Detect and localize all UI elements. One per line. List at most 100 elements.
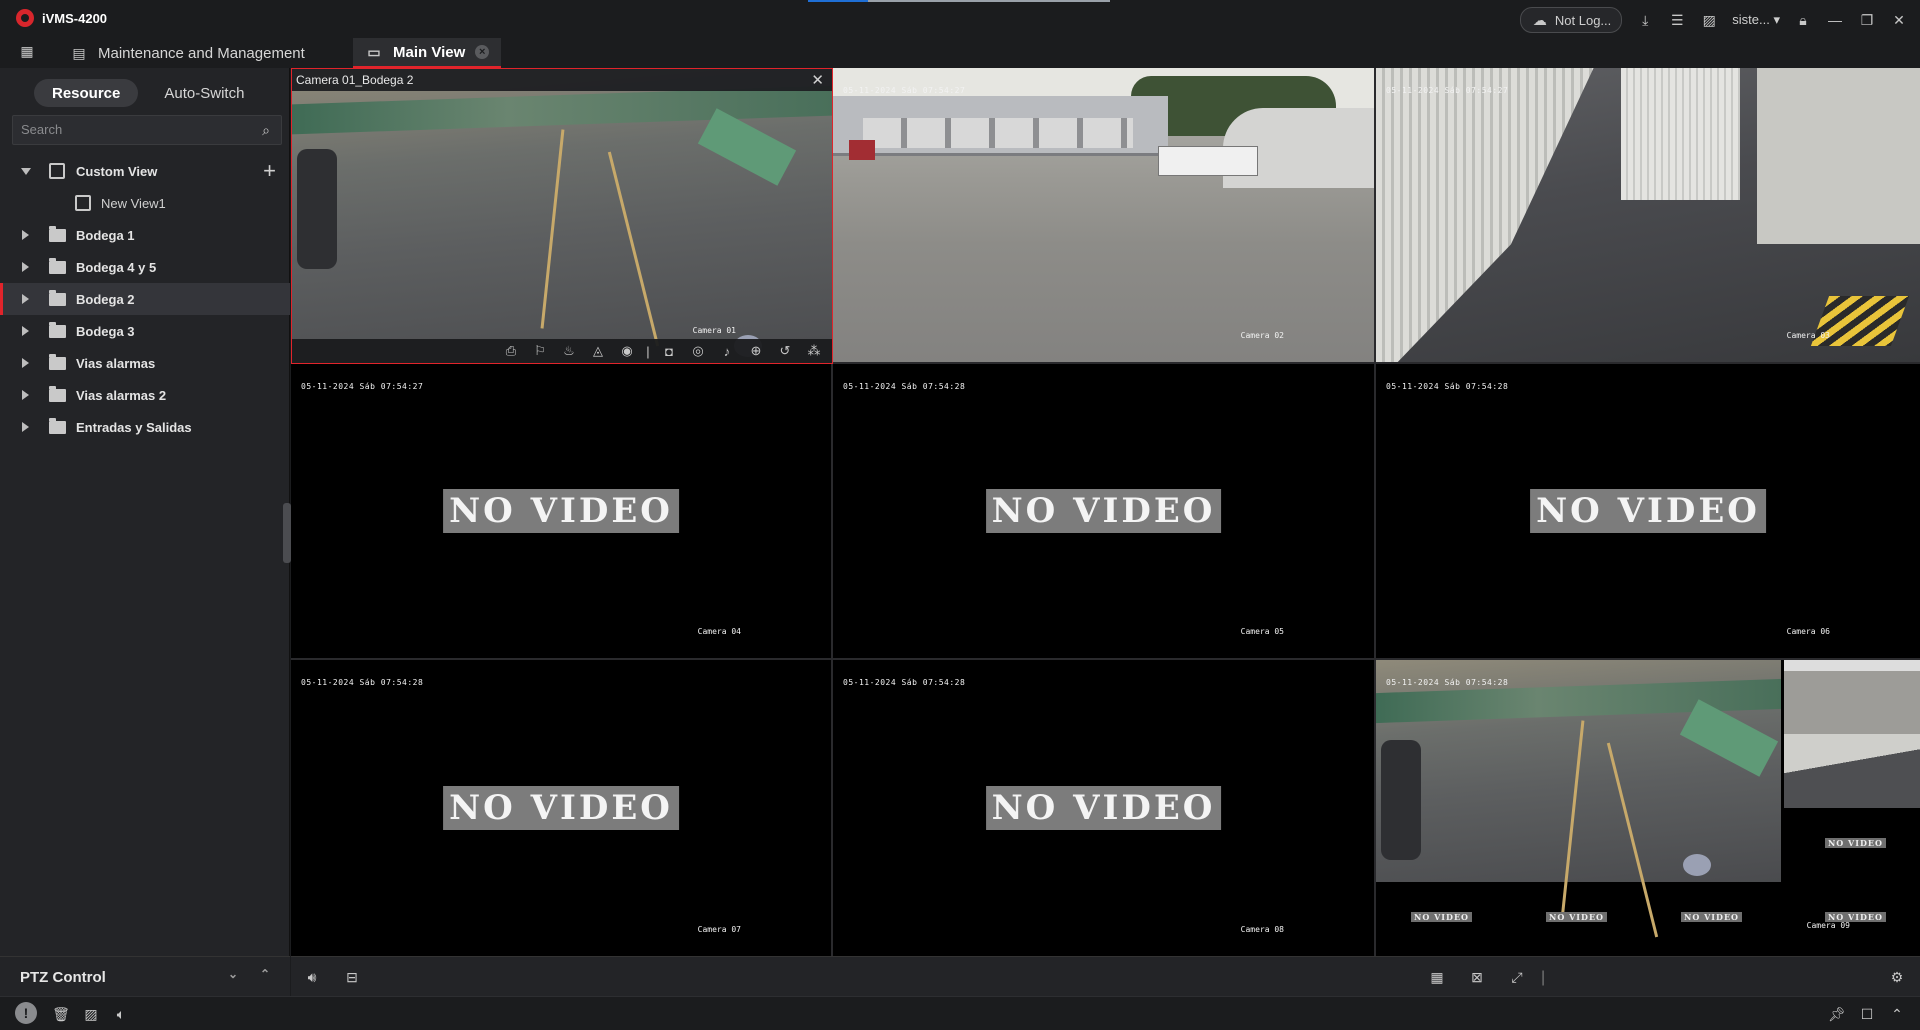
- record-icon[interactable]: ◎: [688, 342, 708, 360]
- instant-playback-icon[interactable]: ↺: [775, 342, 795, 360]
- tab-label: Maintenance and Management: [98, 44, 305, 62]
- no-video-label: NO VIDEO: [1530, 489, 1766, 533]
- video-tile-5[interactable]: 05-11-2024 Sáb 07:54:28 NO VIDEO Camera …: [833, 364, 1376, 660]
- no-video-label: NO VIDEO: [443, 489, 679, 533]
- view-toolbar: 🔊︎ ⊟ ▦ ⊠ ⤢ | ⚙: [291, 956, 1920, 996]
- tree-item-custom-view[interactable]: Custom View +: [0, 155, 290, 187]
- volume-icon[interactable]: 🔊︎: [303, 968, 321, 986]
- remote-playback-icon[interactable]: ⎙: [501, 342, 521, 360]
- tree-item-label: Vias alarmas: [76, 355, 156, 371]
- tab-close-icon[interactable]: ×: [475, 45, 490, 59]
- drop-icon[interactable]: ◬: [588, 342, 608, 360]
- tab-maintenance[interactable]: ▤ Maintenance and Management: [58, 38, 317, 68]
- monitor-icon: ▭: [367, 43, 381, 60]
- video-tile-3[interactable]: 05-11-2024 Sáb 07:54:27 Camera 03: [1376, 68, 1920, 364]
- video-tile-7[interactable]: 05-11-2024 Sáb 07:54:28 NO VIDEO Camera …: [291, 660, 833, 956]
- alarm-warning-icon[interactable]: !: [15, 1002, 37, 1024]
- osd-timestamp: 05-11-2024 Sáb 07:54:28: [301, 678, 424, 687]
- segment-auto-switch[interactable]: Auto-Switch: [146, 79, 262, 107]
- video-tile-1[interactable]: Camera 01 Camera 01_Bodega 2 ✕ ⎙ ⚐ ♨ ◬ ◉…: [291, 68, 833, 364]
- digital-zoom-icon[interactable]: ⊕: [746, 342, 766, 360]
- lock-icon[interactable]: 🔒︎: [1794, 11, 1812, 29]
- tree-item-vias-alarmas-2[interactable]: Vias alarmas 2: [0, 379, 290, 411]
- video-tile-4[interactable]: 05-11-2024 Sáb 07:54:27 NO VIDEO Camera …: [291, 364, 833, 660]
- close-icon[interactable]: ✕: [811, 71, 824, 89]
- maximize-icon[interactable]: ☐: [1858, 1005, 1876, 1023]
- folder-icon: [49, 257, 66, 274]
- more-icon[interactable]: ⁂: [804, 342, 824, 360]
- fullscreen-icon[interactable]: ⤢: [1508, 968, 1526, 986]
- microphone-icon[interactable]: ♪: [717, 342, 737, 360]
- login-status-button[interactable]: ☁ Not Log...: [1519, 7, 1623, 33]
- add-view-icon[interactable]: +: [263, 158, 276, 184]
- sidebar-collapse-handle[interactable]: [283, 503, 291, 563]
- alarm-output-icon[interactable]: ⚐: [530, 342, 550, 360]
- user-name: siste...: [1732, 12, 1770, 27]
- tree-item-new-view1[interactable]: New View1: [0, 187, 290, 219]
- title-actions: ☁ Not Log... ⤓ ☰ ▨ siste... ▾ 🔒︎ — ❐ ✕: [1519, 7, 1908, 33]
- fire-icon[interactable]: ♨: [559, 342, 579, 360]
- recording-list-icon[interactable]: ⊟: [343, 968, 361, 986]
- folder-icon: [49, 289, 66, 306]
- camera-label: Camera 05: [1240, 627, 1284, 636]
- mosaic-sub-feed: [1784, 734, 1920, 808]
- search-input[interactable]: [21, 122, 241, 137]
- segment-resource[interactable]: Resource: [34, 79, 139, 107]
- ptz-control-bar[interactable]: PTZ Control ⌄ ⌃: [0, 956, 290, 996]
- camera-label: Camera 08: [1240, 925, 1284, 934]
- camera-label: Camera 07: [697, 925, 741, 934]
- caret-right-icon[interactable]: [22, 390, 29, 400]
- resource-tree: Custom View + New View1 Bodega 1 Bodega …: [0, 155, 290, 443]
- picture-icon[interactable]: ▨: [82, 1005, 100, 1023]
- gear-icon[interactable]: ⚙: [1888, 968, 1906, 986]
- caret-right-icon[interactable]: [22, 230, 29, 240]
- apps-grid-icon[interactable]: ▦: [18, 42, 36, 60]
- tree-item-entradas-y-salidas[interactable]: Entradas y Salidas: [0, 411, 290, 443]
- video-tile-9[interactable]: NO VIDEO NO VIDEO NO VIDEO NO VIDEO NO V…: [1376, 660, 1920, 956]
- tree-item-label: Bodega 4 y 5: [76, 259, 157, 275]
- search-icon[interactable]: ⌕: [257, 121, 275, 139]
- caret-right-icon[interactable]: [22, 358, 29, 368]
- window-division-icon[interactable]: ▦: [1428, 968, 1446, 986]
- tab-main-view[interactable]: ▭ Main View ×: [353, 38, 502, 68]
- tree-item-bodega-1[interactable]: Bodega 1: [0, 219, 290, 251]
- no-video-label: NO VIDEO: [1824, 838, 1886, 848]
- top-progress-indicator: [808, 0, 1110, 2]
- task-list-icon[interactable]: ☰: [1668, 11, 1686, 29]
- trash-icon[interactable]: 🗑︎: [52, 1005, 70, 1023]
- tree-item-vias-alarmas[interactable]: Vias alarmas: [0, 347, 290, 379]
- tree-item-bodega-3[interactable]: Bodega 3: [0, 315, 290, 347]
- tree-item-bodega-2[interactable]: Bodega 2: [0, 283, 290, 315]
- video-tile-6[interactable]: 05-11-2024 Sáb 07:54:28 NO VIDEO Camera …: [1376, 364, 1920, 660]
- caret-right-icon[interactable]: [22, 422, 29, 432]
- osd-timestamp: 05-11-2024 Sáb 07:54:27: [843, 86, 966, 95]
- download-icon[interactable]: ⤓: [1636, 11, 1654, 29]
- cloud-icon: ☁: [1532, 11, 1547, 28]
- close-icon[interactable]: ✕: [1890, 11, 1908, 29]
- caret-right-icon[interactable]: [22, 294, 29, 304]
- restore-icon[interactable]: ❐: [1858, 11, 1876, 29]
- custom-view-icon: [49, 163, 65, 179]
- caret-down-icon[interactable]: [21, 167, 31, 175]
- caret-right-icon[interactable]: [22, 262, 29, 272]
- chevron-up-icon[interactable]: ⌃: [260, 967, 270, 981]
- video-tile-8[interactable]: 05-11-2024 Sáb 07:54:28 NO VIDEO Camera …: [833, 660, 1376, 956]
- pin-icon[interactable]: 📌︎: [1828, 1005, 1846, 1023]
- image-icon[interactable]: ▨: [1700, 11, 1718, 29]
- camera-label: Camera 03: [1786, 331, 1830, 340]
- mute-icon[interactable]: 🔈︎: [112, 1005, 130, 1023]
- osd-timestamp: 05-11-2024 Sáb 07:54:27: [1386, 86, 1509, 95]
- user-menu[interactable]: siste... ▾: [1732, 12, 1780, 28]
- caret-right-icon[interactable]: [22, 326, 29, 336]
- chevron-down-icon[interactable]: ⌄: [228, 967, 238, 981]
- tree-item-bodega-4-y-5[interactable]: Bodega 4 y 5: [0, 251, 290, 283]
- maintenance-icon: ▤: [72, 44, 86, 61]
- video-tile-2[interactable]: 05-11-2024 Sáb 07:54:27 Camera 02: [833, 68, 1376, 364]
- tree-item-label: Bodega 3: [76, 323, 135, 339]
- no-video-label: NO VIDEO: [1546, 912, 1608, 922]
- stop-all-icon[interactable]: ⊠: [1468, 968, 1486, 986]
- arm-icon[interactable]: ◉: [617, 342, 637, 360]
- capture-icon[interactable]: ◘: [659, 342, 679, 360]
- chevron-up-icon[interactable]: ⌃: [1888, 1005, 1906, 1023]
- minimize-icon[interactable]: —: [1826, 11, 1844, 29]
